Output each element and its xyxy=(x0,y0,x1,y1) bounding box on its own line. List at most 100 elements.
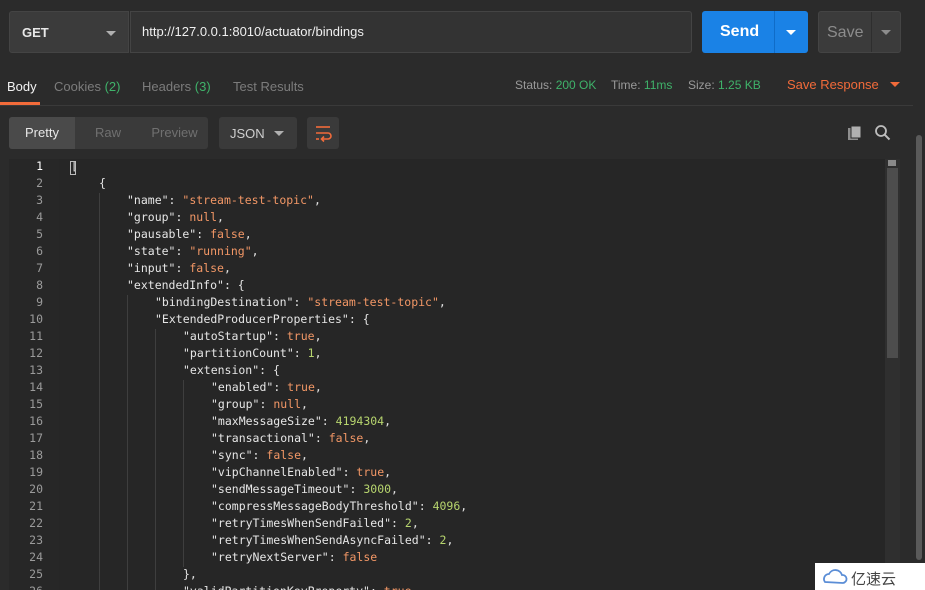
save-options-chevron-icon[interactable] xyxy=(881,30,891,35)
indent-guide xyxy=(155,414,156,431)
method-label: GET xyxy=(22,25,49,40)
send-options-chevron-icon[interactable] xyxy=(786,30,796,35)
tab-test-results[interactable]: Test Results xyxy=(233,79,304,94)
code-token: true xyxy=(286,329,315,343)
wrap-lines-button[interactable] xyxy=(307,117,339,149)
indent-guide xyxy=(127,482,128,499)
indent-guide xyxy=(183,499,184,516)
indent-guide xyxy=(99,584,100,590)
code-token: , xyxy=(411,516,419,530)
indent-guide xyxy=(99,244,100,261)
code-token: "transactional" xyxy=(211,431,315,445)
code-line: "ExtendedProducerProperties": { xyxy=(155,312,370,326)
code-token: : xyxy=(252,448,267,462)
code-token: 4096 xyxy=(432,499,461,513)
indent-guide xyxy=(183,448,184,465)
editor-scrollbar-thumb[interactable] xyxy=(887,168,898,358)
code-token: : xyxy=(370,584,384,590)
page-scrollbar-thumb[interactable] xyxy=(916,135,922,560)
size-label: Size: xyxy=(688,78,715,92)
indent-guide xyxy=(99,346,100,363)
code-token: "state" xyxy=(127,244,176,258)
indent-guide xyxy=(99,193,100,210)
line-number: 8 xyxy=(36,278,43,292)
indent-guide xyxy=(183,550,184,567)
code-token: , xyxy=(438,295,446,309)
code-token: 2 xyxy=(404,516,412,530)
line-number: 17 xyxy=(29,431,43,445)
line-number: 24 xyxy=(29,550,43,564)
tab-headers[interactable]: Headers (3) xyxy=(142,79,211,94)
view-mode-preview[interactable]: Preview xyxy=(141,117,208,149)
code-token: : xyxy=(175,210,190,224)
code-token: "enabled" xyxy=(211,380,274,394)
copy-icon[interactable] xyxy=(847,125,863,144)
indent-guide xyxy=(99,261,100,278)
code-token: : xyxy=(175,244,190,258)
indent-guide xyxy=(99,533,100,550)
code-token: , xyxy=(244,227,252,241)
tab-body[interactable]: Body xyxy=(7,79,37,94)
format-select[interactable]: JSON xyxy=(219,117,297,149)
line-number: 12 xyxy=(29,346,43,360)
code-token: : { xyxy=(348,312,370,326)
code-line: "group": null, xyxy=(211,397,308,411)
code-token: : xyxy=(273,329,287,343)
code-token: : { xyxy=(223,278,245,292)
code-line: "bindingDestination": "stream-test-topic… xyxy=(155,295,446,309)
code-token: , xyxy=(384,465,392,479)
code-token: , xyxy=(314,329,322,343)
code-token: "bindingDestination" xyxy=(155,295,294,309)
indent-guide xyxy=(183,380,184,397)
code-token: : xyxy=(349,482,364,496)
status-label: Status: xyxy=(515,78,553,92)
code-token: : xyxy=(293,295,308,309)
indent-guide xyxy=(155,431,156,448)
view-mode-pretty[interactable]: Pretty xyxy=(9,117,75,149)
code-token: "validPartitionKeyProperty" xyxy=(183,584,370,590)
line-number: 20 xyxy=(29,482,43,496)
code-token: false xyxy=(210,227,245,241)
tab-cookies[interactable]: Cookies (2) xyxy=(54,79,120,94)
send-divider xyxy=(774,11,775,53)
response-body-editor[interactable]: 1 2 3 4 5 6 7 8 9 10 11 12 13 14 15 16 17 18 19 20 21 22 23 24 2… xyxy=(9,159,900,590)
indent-guide xyxy=(183,516,184,533)
chevron-down-icon xyxy=(106,31,116,36)
tabs-divider xyxy=(0,105,913,106)
save-response-button[interactable]: Save Response xyxy=(787,77,901,92)
line-number: 14 xyxy=(29,380,43,394)
indent-guide xyxy=(127,533,128,550)
save-button[interactable]: Save xyxy=(818,11,901,53)
code-line: "retryNextServer": false xyxy=(211,550,377,564)
tab-cookies-count: (2) xyxy=(104,79,121,94)
send-button[interactable]: Send xyxy=(702,11,808,53)
code-line: "extendedInfo": { xyxy=(127,278,245,292)
code-token: : xyxy=(321,414,336,428)
code-token: "pausable" xyxy=(127,227,197,241)
line-number: 4 xyxy=(36,210,43,224)
url-input[interactable]: http://127.0.0.1:8010/actuator/bindings xyxy=(130,11,692,53)
watermark-logo: 亿速云 xyxy=(815,563,925,590)
indent-guide xyxy=(127,431,128,448)
tab-cookies-label: Cookies xyxy=(54,79,101,94)
code-token: , xyxy=(301,448,308,462)
code-token: : xyxy=(175,261,190,275)
view-mode-raw[interactable]: Raw xyxy=(75,117,141,149)
line-number: 16 xyxy=(29,414,43,428)
code-token: "stream-test-topic" xyxy=(182,193,314,207)
save-label: Save xyxy=(827,24,864,41)
indent-guide xyxy=(155,346,156,363)
line-number: 23 xyxy=(29,533,43,547)
indent-guide xyxy=(127,584,128,590)
scroll-up-arrow-icon[interactable] xyxy=(888,160,896,166)
code-token: "retryTimesWhenSendAsyncFailed" xyxy=(211,533,426,547)
indent-guide xyxy=(155,516,156,533)
code-token: , xyxy=(446,533,454,547)
status-value: 200 OK xyxy=(555,78,597,92)
code-line: "compressMessageBodyThreshold": 4096, xyxy=(211,499,467,513)
indent-guide xyxy=(127,363,128,380)
search-icon[interactable] xyxy=(874,124,891,144)
time-readout: Time: 11ms xyxy=(611,78,672,92)
code-token: , xyxy=(217,210,224,224)
method-select[interactable]: GET xyxy=(9,11,129,53)
